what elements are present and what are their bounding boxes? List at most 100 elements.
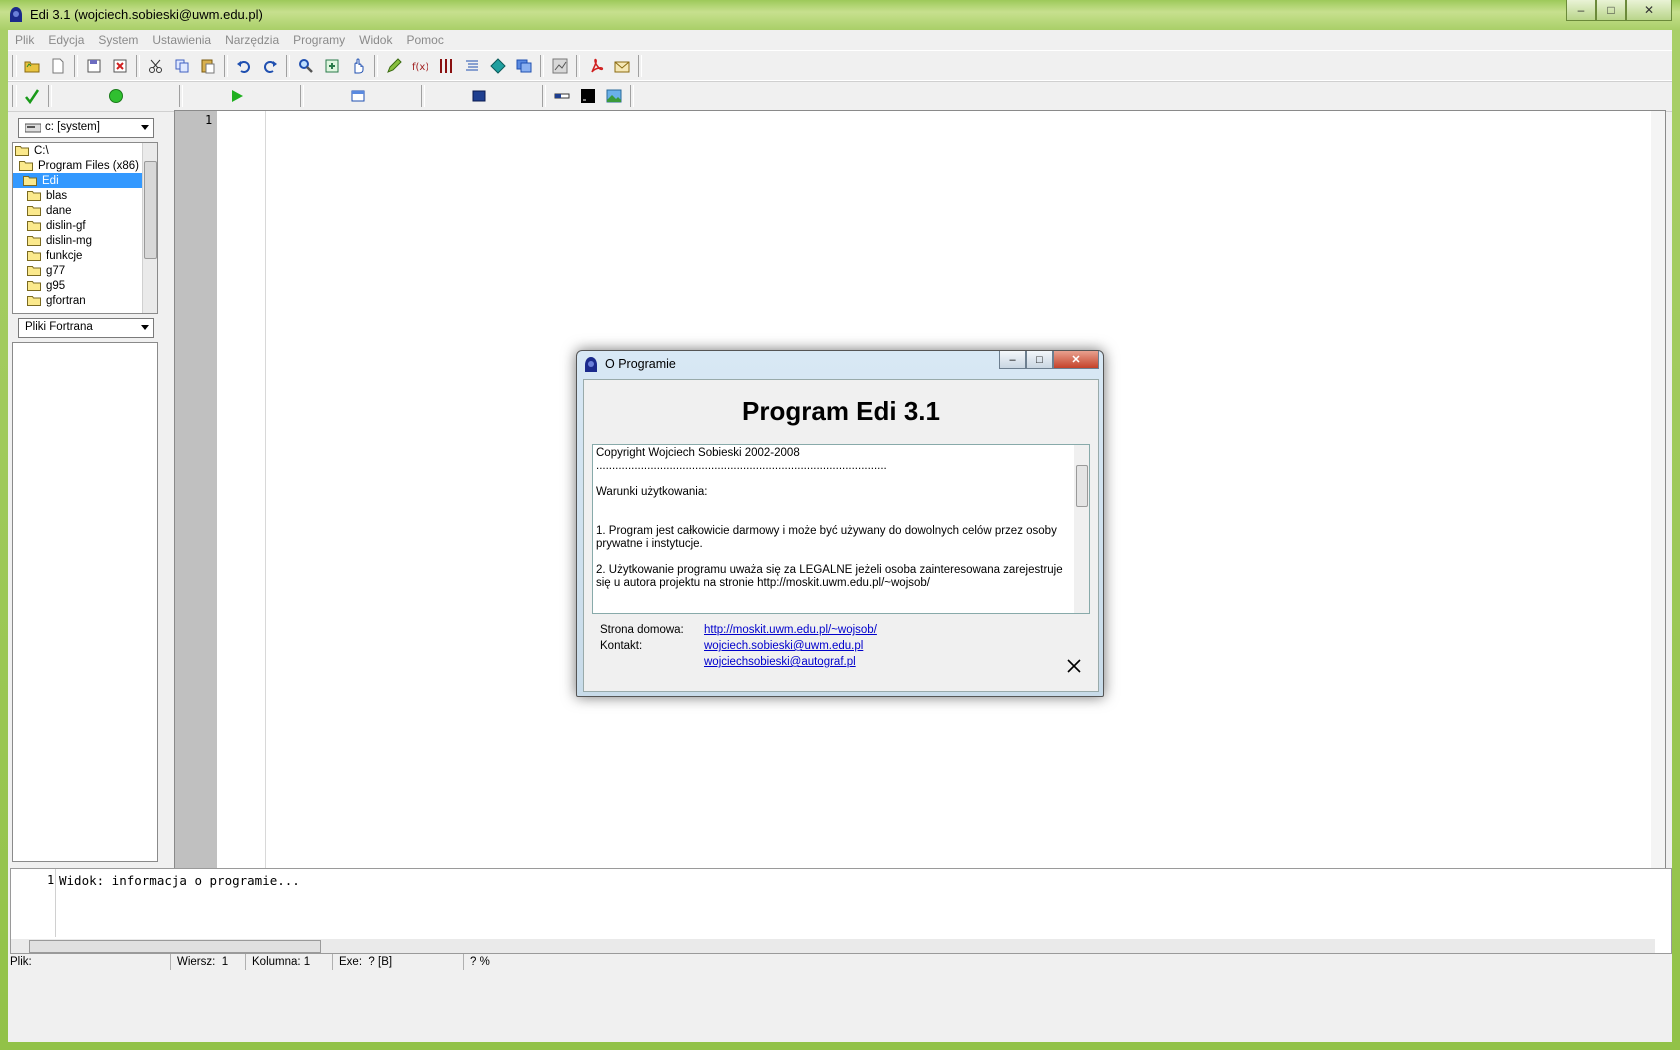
paste-button[interactable] — [197, 55, 219, 77]
save-button[interactable] — [83, 55, 105, 77]
console-mode-button[interactable] — [468, 85, 490, 107]
menu-edycja[interactable]: Edycja — [41, 33, 91, 47]
license-line — [596, 499, 1072, 512]
tree-item[interactable]: Program Files (x86) — [19, 158, 139, 173]
toolbar-separator — [286, 55, 290, 77]
dialog-close-button[interactable]: ✕ — [1053, 351, 1099, 369]
homepage-label: Strona domowa: — [600, 624, 684, 636]
tree-item[interactable]: g95 — [27, 278, 65, 293]
chevron-down-icon — [141, 125, 149, 130]
license-line — [596, 473, 1072, 486]
menu-ustawienia[interactable]: Ustawienia — [145, 33, 218, 47]
save-icon — [87, 59, 101, 73]
chart-button[interactable] — [549, 55, 571, 77]
close-button[interactable]: ✕ — [1626, 0, 1672, 21]
build-button[interactable] — [105, 85, 127, 107]
maximize-button[interactable]: □ — [1596, 0, 1626, 21]
tree-item[interactable]: funkcje — [27, 248, 82, 263]
find-button[interactable] — [295, 55, 317, 77]
redo-button[interactable] — [259, 55, 281, 77]
dialog-dismiss-icon[interactable] — [1066, 658, 1082, 674]
menu-programy[interactable]: Programy — [286, 33, 352, 47]
output-hscrollbar[interactable] — [11, 939, 1655, 953]
toolbar-grip — [12, 55, 17, 77]
tree-item-selected[interactable]: Edi — [13, 173, 149, 188]
windows-button[interactable] — [513, 55, 535, 77]
status-col-label: Kolumna: 1 — [252, 956, 311, 968]
scissors-icon — [149, 59, 162, 73]
tree-item[interactable]: blas — [27, 188, 67, 203]
minimize-button[interactable]: – — [1566, 0, 1596, 21]
mail-button[interactable] — [611, 55, 633, 77]
run-button[interactable] — [226, 85, 248, 107]
license-textbox[interactable]: Copyright Wojciech Sobieski 2002-2008 ..… — [592, 444, 1090, 614]
dialog-body: Program Edi 3.1 Copyright Wojciech Sobie… — [583, 379, 1099, 692]
menu-plik[interactable]: Plik — [8, 33, 41, 47]
output-panel[interactable]: 1 Widok: informacja o programie... — [10, 868, 1672, 954]
dialog-maximize-button[interactable]: □ — [1026, 351, 1053, 369]
homepage-link[interactable]: http://moskit.uwm.edu.pl/~wojsob/ — [704, 624, 877, 636]
list-button[interactable] — [461, 55, 483, 77]
progress-button[interactable] — [551, 85, 573, 107]
tree-scrollbar[interactable] — [142, 143, 157, 313]
status-row-value: 1 — [221, 956, 229, 968]
compile-button[interactable] — [21, 85, 43, 107]
window-mode-button[interactable] — [347, 85, 369, 107]
undo-button[interactable] — [233, 55, 255, 77]
contact-email-link-1[interactable]: wojciech.sobieski@uwm.edu.pl — [704, 640, 863, 652]
file-filter-selector[interactable]: Pliki Fortrana — [18, 318, 154, 338]
file-list[interactable] — [12, 342, 158, 862]
tree-item-label: dislin-gf — [46, 219, 86, 232]
scrollbar-thumb[interactable] — [144, 161, 157, 259]
menu-system[interactable]: System — [91, 33, 145, 47]
cut-button[interactable] — [145, 55, 167, 77]
image-button[interactable] — [603, 85, 625, 107]
pdf-button[interactable] — [585, 55, 607, 77]
scrollbar-thumb[interactable] — [1076, 465, 1088, 507]
tree-item[interactable]: gfortran — [27, 293, 86, 308]
toolbar-separator — [542, 85, 546, 107]
toolbar-separator — [48, 85, 52, 107]
folder-icon — [27, 236, 41, 246]
tree-item[interactable]: dislin-mg — [27, 233, 92, 248]
open-folder-icon — [24, 61, 40, 73]
folder-icon — [27, 281, 41, 291]
contact-email-link-2[interactable]: wojciechsobieski@autograf.pl — [704, 656, 856, 668]
editor-scrollbar[interactable] — [1651, 111, 1665, 891]
goto-button[interactable] — [347, 55, 369, 77]
function-button[interactable]: f(x) — [409, 55, 431, 77]
navigate-button[interactable] — [487, 55, 509, 77]
paste-icon — [201, 59, 215, 74]
replace-button[interactable] — [321, 55, 343, 77]
list-icon — [466, 60, 478, 71]
window-title: Edi 3.1 (wojciech.sobieski@uwm.edu.pl) — [30, 7, 263, 22]
toolbar-separator — [300, 85, 304, 107]
tree-item-label: dislin-mg — [46, 234, 93, 247]
tree-item[interactable]: g77 — [27, 263, 65, 278]
window-icon — [351, 90, 365, 102]
menu-widok[interactable]: Widok — [352, 33, 399, 47]
tree-item[interactable]: dane — [27, 203, 72, 218]
drive-selector[interactable]: c: [system] — [18, 118, 154, 138]
columns-button[interactable] — [435, 55, 457, 77]
license-line — [596, 551, 1072, 564]
open-folder-button[interactable] — [21, 55, 43, 77]
output-line-number: 1 — [47, 873, 55, 887]
tree-item[interactable]: dislin-gf — [27, 218, 86, 233]
menu-pomoc[interactable]: Pomoc — [399, 33, 450, 47]
folder-tree[interactable]: C:\ Program Files (x86) Edi blas dane di… — [12, 142, 158, 314]
edit-button[interactable] — [383, 55, 405, 77]
terminal-button[interactable] — [577, 85, 599, 107]
status-exe: Exe: ? [B] — [333, 954, 464, 970]
open-folder-icon — [19, 161, 33, 171]
menu-narzedzia[interactable]: Narzędzia — [218, 33, 286, 47]
new-file-button[interactable] — [47, 55, 69, 77]
dialog-minimize-button[interactable]: – — [999, 351, 1026, 369]
app-icon — [585, 357, 597, 372]
status-exe-label: Exe: — [339, 956, 363, 968]
close-file-button[interactable] — [109, 55, 131, 77]
tree-item[interactable]: C:\ — [15, 143, 49, 158]
copy-button[interactable] — [171, 55, 193, 77]
folder-icon — [27, 206, 41, 216]
license-scrollbar[interactable] — [1074, 445, 1089, 613]
